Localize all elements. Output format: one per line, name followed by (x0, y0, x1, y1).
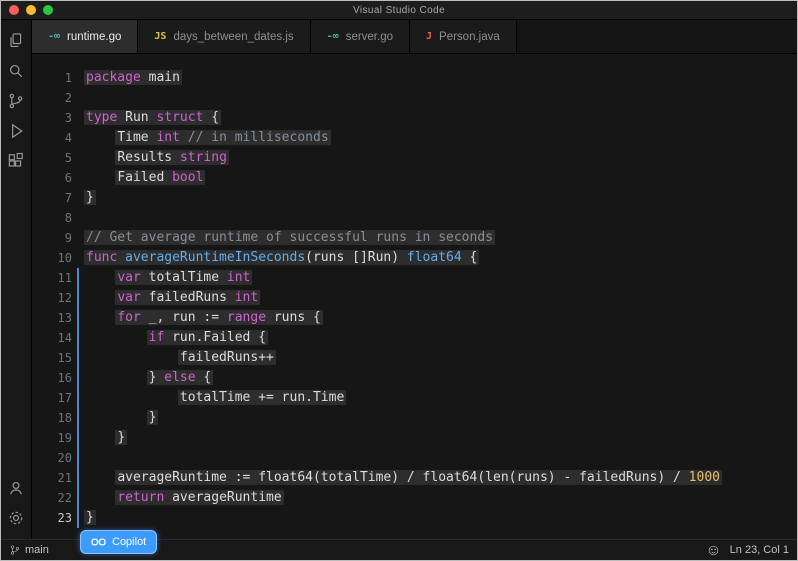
line-number: 20 (32, 448, 72, 468)
copilot-button[interactable]: Copilot (80, 530, 157, 554)
tab-bar: -∞ runtime.go JS days_between_dates.js -∞ ser… (32, 20, 797, 54)
code-line: 23} (32, 508, 797, 528)
code-line: 10func averageRuntimeInSeconds(runs []Ru… (32, 248, 797, 268)
line-number: 11 (32, 268, 72, 288)
vscode-window: Visual Studio Code (0, 0, 798, 561)
code-line: 12 var failedRuns int (32, 288, 797, 308)
line-number: 23 (32, 508, 72, 528)
js-file-icon: JS (154, 31, 166, 42)
tab-label: runtime.go (67, 31, 121, 43)
line-number: 8 (32, 208, 72, 228)
go-file-icon: -∞ (327, 31, 339, 42)
line-number: 7 (32, 188, 72, 208)
line-number: 1 (32, 68, 72, 88)
copilot-label: Copilot (112, 536, 146, 548)
line-number: 19 (32, 428, 72, 448)
line-number: 9 (32, 228, 72, 248)
line-number: 4 (32, 128, 72, 148)
line-number: 17 (32, 388, 72, 408)
line-number: 15 (32, 348, 72, 368)
code-line: 11 var totalTime int (32, 268, 797, 288)
settings-gear-icon[interactable] (3, 503, 29, 533)
code-line: 5 Results string (32, 148, 797, 168)
minimize-button[interactable] (26, 5, 36, 15)
code-line: 15 failedRuns++ (32, 348, 797, 368)
java-file-icon: J (426, 31, 432, 42)
code-line: 4 Time int // in milliseconds (32, 128, 797, 148)
code-line: 20 (32, 448, 797, 468)
source-control-icon[interactable] (3, 86, 29, 116)
line-number: 3 (32, 108, 72, 128)
line-number: 21 (32, 468, 72, 488)
line-number: 22 (32, 488, 72, 508)
close-button[interactable] (9, 5, 19, 15)
title-bar: Visual Studio Code (1, 1, 797, 20)
code-line: 21 averageRuntime := float64(totalTime) … (32, 468, 797, 488)
tab-label: server.go (346, 31, 393, 43)
extensions-icon[interactable] (3, 146, 29, 176)
activity-bar (1, 20, 32, 539)
line-number: 2 (32, 88, 72, 108)
code-line: 14 if run.Failed { (32, 328, 797, 348)
traffic-lights (9, 1, 53, 19)
tab-label: days_between_dates.js (173, 31, 293, 43)
code-line: 6 Failed bool (32, 168, 797, 188)
tab-server.go[interactable]: -∞ server.go (311, 20, 410, 53)
tab-Person.java[interactable]: J Person.java (410, 20, 517, 53)
code-line: 7} (32, 188, 797, 208)
code-line: 16 } else { (32, 368, 797, 388)
line-number: 16 (32, 368, 72, 388)
code-line: 8 (32, 208, 797, 228)
code-line: 1package main (32, 68, 797, 88)
search-icon[interactable] (3, 56, 29, 86)
line-number: 18 (32, 408, 72, 428)
branch-indicator[interactable]: main (9, 544, 49, 556)
code-line: 9// Get average runtime of successful ru… (32, 228, 797, 248)
line-number: 13 (32, 308, 72, 328)
line-number: 10 (32, 248, 72, 268)
cursor-position[interactable]: Ln 23, Col 1 (730, 544, 789, 556)
tab-label: Person.java (439, 31, 500, 43)
go-file-icon: -∞ (48, 31, 60, 42)
code-line: 18 } (32, 408, 797, 428)
code-line: 3type Run struct { (32, 108, 797, 128)
code-line: 22 return averageRuntime (32, 488, 797, 508)
code-line: 19 } (32, 428, 797, 448)
branch-icon (9, 544, 21, 556)
account-icon[interactable] (3, 473, 29, 503)
line-number: 12 (32, 288, 72, 308)
copilot-icon (91, 537, 106, 548)
zoom-button[interactable] (43, 5, 53, 15)
code-line: 13 for _, run := range runs { (32, 308, 797, 328)
tab-runtime.go[interactable]: -∞ runtime.go (32, 20, 138, 53)
tab-days_between_dates.js[interactable]: JS days_between_dates.js (138, 20, 310, 53)
line-number: 14 (32, 328, 72, 348)
line-number: 5 (32, 148, 72, 168)
feedback-icon[interactable] (707, 544, 720, 557)
code-line: 2 (32, 88, 797, 108)
code-editor[interactable]: 1package main23type Run struct {4 Time i… (32, 54, 797, 539)
code-line: 17 totalTime += run.Time (32, 388, 797, 408)
line-number: 6 (32, 168, 72, 188)
branch-name: main (25, 544, 49, 556)
run-debug-icon[interactable] (3, 116, 29, 146)
explorer-icon[interactable] (3, 26, 29, 56)
window-title: Visual Studio Code (353, 5, 445, 16)
